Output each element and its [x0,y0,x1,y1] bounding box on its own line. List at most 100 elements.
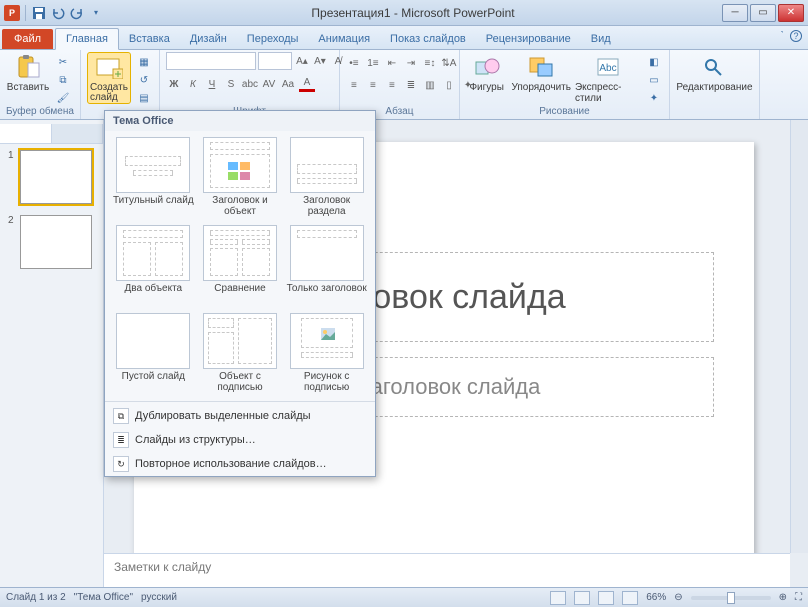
shadow-icon[interactable]: abc [242,76,258,92]
font-color-icon[interactable]: A [299,76,315,92]
panel-tab-outline[interactable] [52,124,104,143]
layout-picture-caption[interactable]: Рисунок с подписью [284,311,369,397]
arrange-button[interactable]: Упорядочить [511,52,571,93]
layout-title-content[interactable]: Заголовок и объект [198,135,283,221]
editing-button[interactable]: Редактирование [676,52,753,93]
italic-icon[interactable]: К [185,76,201,92]
ribbon-tabs: Файл Главная Вставка Дизайн Переходы Ани… [0,26,808,50]
decrease-indent-icon[interactable]: ⇤ [384,55,400,71]
line-spacing-icon[interactable]: ≡↕ [422,55,438,71]
help-icon[interactable]: ? [790,30,802,42]
bold-icon[interactable]: Ж [166,76,182,92]
layout-content-caption[interactable]: Объект с подписью [198,311,283,397]
numbering-icon[interactable]: 1≡ [365,55,381,71]
vertical-scrollbar[interactable] [790,120,808,553]
notes-pane[interactable]: Заметки к слайду [104,553,790,587]
text-direction-icon[interactable]: ⇅A [441,55,457,71]
tab-view[interactable]: Вид [581,29,621,49]
normal-view-button[interactable] [550,591,566,605]
group-paragraph: •≡ 1≡ ⇤ ⇥ ≡↕ ⇅A ≡ ≡ ≡ ≣ ▥ ▯ ✦ Абзац [340,50,460,119]
tab-insert[interactable]: Вставка [119,29,180,49]
menu-reuse-slides[interactable]: ↻Повторное использование слайдов… [105,452,375,476]
paste-button[interactable]: Вставить [6,52,50,93]
layout-title-only[interactable]: Только заголовок [284,223,369,309]
char-spacing-icon[interactable]: AV [261,76,277,92]
layout-section-header[interactable]: Заголовок раздела [284,135,369,221]
tab-design[interactable]: Дизайн [180,29,237,49]
shape-fill-icon[interactable]: ◧ [645,54,663,70]
tab-review[interactable]: Рецензирование [476,29,581,49]
slide-thumb-2[interactable]: 2 [8,215,95,274]
group-clipboard: Вставить ✂ ⧉ 🖌 Буфер обмена [0,50,81,119]
increase-indent-icon[interactable]: ⇥ [403,55,419,71]
thumb-preview [20,150,92,204]
grow-font-icon[interactable]: A▴ [294,53,310,69]
layout-icon[interactable]: ▦ [135,54,153,70]
qat-customize-icon[interactable]: ▾ [88,5,104,21]
font-family-combo[interactable] [166,52,256,70]
slide-thumb-1[interactable]: 1 [8,150,95,209]
layout-comparison[interactable]: Сравнение [198,223,283,309]
format-painter-icon[interactable]: 🖌 [54,90,72,106]
bullets-icon[interactable]: •≡ [346,55,362,71]
paste-icon [13,54,43,80]
align-right-icon[interactable]: ≡ [384,77,400,93]
shapes-button[interactable]: Фигуры [466,52,507,93]
tab-transitions[interactable]: Переходы [237,29,309,49]
zoom-out-button[interactable]: ⊖ [674,592,682,603]
panel-tab-slides[interactable] [0,124,52,143]
zoom-in-button[interactable]: ⊕ [779,592,787,603]
slideshow-view-button[interactable] [622,591,638,605]
columns-icon[interactable]: ▥ [422,77,438,93]
status-language[interactable]: русский [141,592,177,603]
thumb-number: 1 [8,150,14,161]
maximize-button[interactable]: ▭ [750,4,776,22]
drawing-small: ◧ ▭ ✦ [645,52,663,106]
tab-slideshow[interactable]: Показ слайдов [380,29,476,49]
layout-blank[interactable]: Пустой слайд [111,311,196,397]
minimize-ribbon-icon[interactable]: ˋ [780,30,784,42]
underline-icon[interactable]: Ч [204,76,220,92]
shape-effects-icon[interactable]: ✦ [645,90,663,106]
zoom-slider[interactable] [691,596,771,600]
app-icon: P [4,5,20,21]
sorter-view-button[interactable] [574,591,590,605]
tab-home[interactable]: Главная [55,28,119,50]
shape-outline-icon[interactable]: ▭ [645,72,663,88]
zoom-slider-thumb[interactable] [727,592,735,604]
cut-icon[interactable]: ✂ [54,54,72,70]
change-case-icon[interactable]: Aa [280,76,296,92]
redo-icon[interactable] [69,5,85,21]
align-left-icon[interactable]: ≡ [346,77,362,93]
copy-icon[interactable]: ⧉ [54,72,72,88]
layout-title-slide[interactable]: Титульный слайд [111,135,196,221]
close-button[interactable]: ✕ [778,4,804,22]
tab-animations[interactable]: Анимация [308,29,380,49]
undo-icon[interactable] [50,5,66,21]
save-icon[interactable] [31,5,47,21]
section-icon[interactable]: ▤ [135,90,153,106]
reuse-icon: ↻ [113,456,129,472]
strike-icon[interactable]: S [223,76,239,92]
minimize-button[interactable]: ─ [722,4,748,22]
quick-styles-button[interactable]: Abc Экспресс-стили [575,52,641,104]
align-text-icon[interactable]: ▯ [441,77,457,93]
gallery-separator [105,401,375,402]
reading-view-button[interactable] [598,591,614,605]
justify-icon[interactable]: ≣ [403,77,419,93]
menu-slides-from-outline[interactable]: ≣Слайды из структуры… [105,428,375,452]
file-tab[interactable]: Файл [2,29,53,49]
reset-icon[interactable]: ↺ [135,72,153,88]
group-slides: Создать слайд ▦ ↺ ▤ [81,50,160,119]
arrange-label: Упорядочить [511,82,571,93]
align-center-icon[interactable]: ≡ [365,77,381,93]
thumb-number: 2 [8,215,14,226]
layout-two-content[interactable]: Два объекта [111,223,196,309]
clipboard-small: ✂ ⧉ 🖌 [54,52,72,106]
group-editing-label [676,106,753,119]
menu-duplicate-slides[interactable]: ⧉Дублировать выделенные слайды [105,404,375,428]
fit-to-window-button[interactable]: ⛶ [795,592,802,603]
new-slide-button[interactable]: Создать слайд [87,52,131,104]
font-size-combo[interactable] [258,52,292,70]
shrink-font-icon[interactable]: A▾ [312,53,328,69]
